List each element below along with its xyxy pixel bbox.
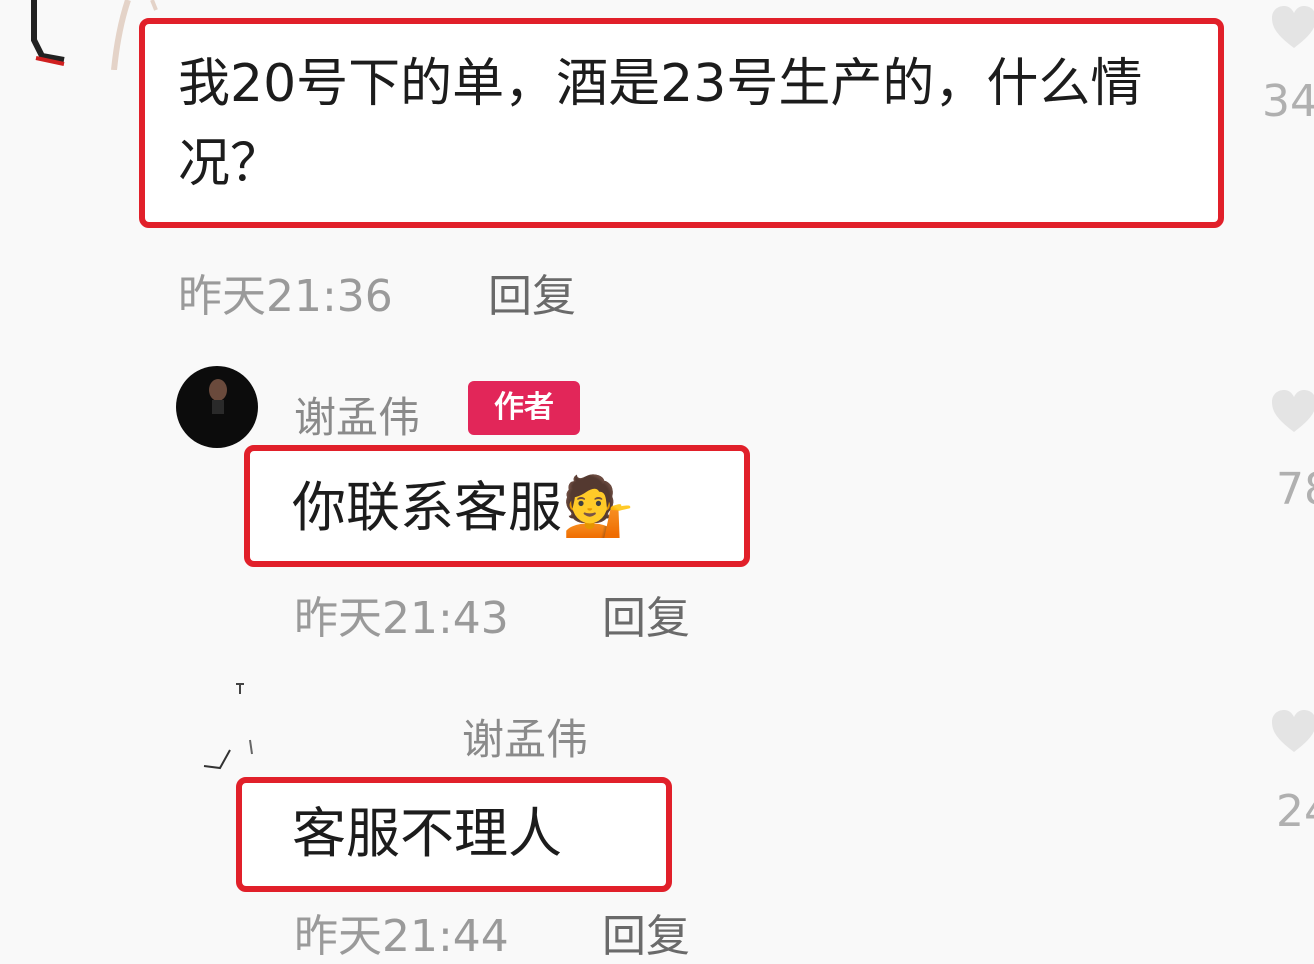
person-tipping-hand-emoji: 💁: [562, 472, 635, 540]
like-count: 78: [1276, 464, 1314, 515]
reply-button[interactable]: 回复: [602, 900, 690, 964]
author-name[interactable]: 谢孟伟: [294, 384, 420, 445]
avatar[interactable]: [200, 680, 260, 772]
comment-timestamp: 昨天21:43: [294, 593, 509, 644]
comment-text: 你联系客服💁: [292, 468, 634, 546]
author-badge: 作者: [468, 381, 580, 435]
avatar-fragment: [28, 0, 68, 70]
heart-icon[interactable]: [1270, 388, 1314, 436]
comment-text: 客服不理人: [292, 802, 562, 865]
author-name[interactable]: 谢孟伟: [462, 706, 588, 767]
comment-text: 我20号下的单，酒是23号生产的，什么情况？: [178, 54, 1143, 194]
comment-timestamp: 昨天21:36: [178, 271, 393, 322]
like-count: 24: [1276, 786, 1314, 837]
like-count: 34: [1262, 76, 1314, 127]
heart-icon[interactable]: [1270, 708, 1314, 756]
comment-timestamp: 昨天21:44: [294, 911, 509, 962]
heart-icon[interactable]: [1270, 4, 1314, 52]
reply-button[interactable]: 回复: [488, 260, 576, 324]
reply-button[interactable]: 回复: [602, 582, 690, 646]
avatar[interactable]: [176, 366, 258, 448]
comment-text-body: 你联系客服: [292, 476, 562, 539]
